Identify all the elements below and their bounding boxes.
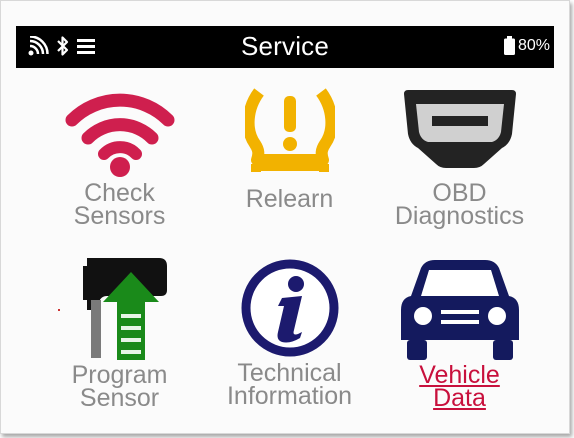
obd-diagnostics-label: OBD Diagnostics (394, 179, 525, 230)
screen-title: Service (240, 31, 330, 61)
info-icon (241, 259, 338, 357)
screen-speck (58, 309, 60, 311)
battery-level: 80% (517, 36, 550, 54)
program-sensor-icon (82, 258, 167, 360)
technical-information-label: Technical Information (226, 359, 353, 410)
status-bar: Service 80% (16, 26, 554, 68)
relearn-label: Relearn (245, 185, 334, 213)
tpms-warning-icon (244, 88, 335, 172)
program-sensor-button[interactable]: Program Sensor (30, 258, 209, 412)
check-sensors-button[interactable]: Check Sensors (30, 86, 209, 230)
vehicle-data-label: Vehicle Data (419, 361, 500, 412)
battery-icon (503, 36, 515, 55)
wifi-icon (65, 93, 174, 177)
obd-connector-icon (403, 90, 516, 168)
relearn-button[interactable]: Relearn (200, 86, 379, 213)
battery-indicator: 80% (503, 36, 550, 55)
car-icon (400, 260, 519, 360)
vehicle-data-button[interactable]: Vehicle Data (370, 258, 549, 412)
technical-information-button[interactable]: Technical Information (200, 258, 379, 410)
program-sensor-label: Program Sensor (71, 361, 168, 412)
check-sensors-label: Check Sensors (73, 179, 166, 230)
obd-diagnostics-button[interactable]: OBD Diagnostics (370, 86, 549, 230)
service-menu: Check Sensors Relearn OBD Diagnostics Pr… (16, 68, 554, 434)
